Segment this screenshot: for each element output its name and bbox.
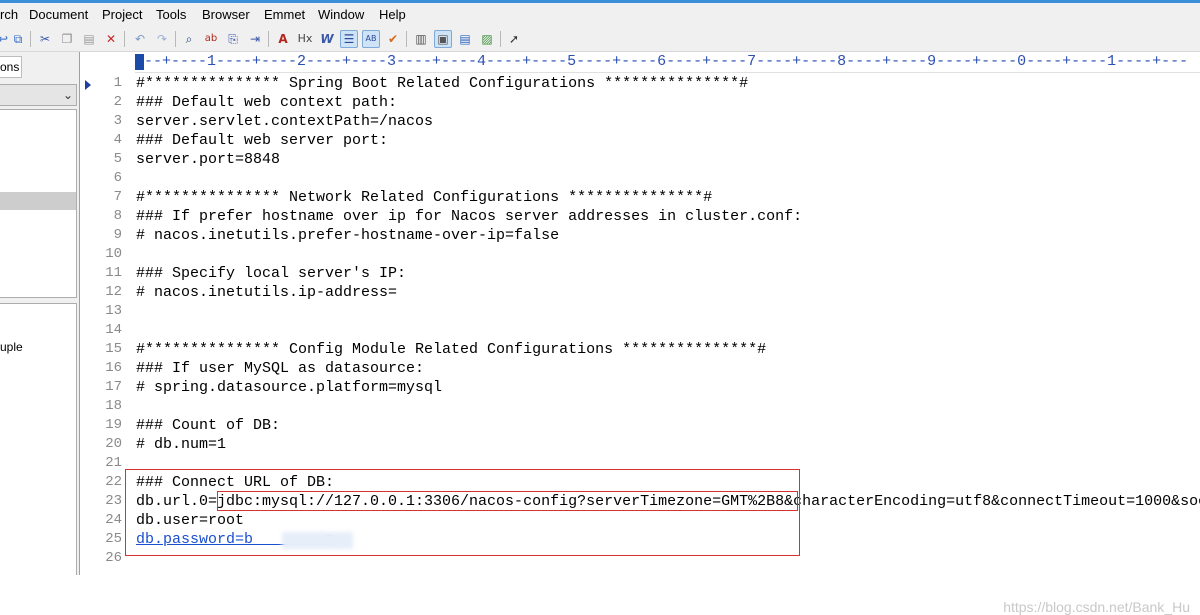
pointer-help-icon[interactable]: ➚ <box>505 30 523 48</box>
menu-browser[interactable]: Browser <box>202 7 250 22</box>
line-number: 6 <box>113 170 122 186</box>
line-number: 1 <box>113 75 122 91</box>
code-line[interactable]: ### If prefer hostname over ip for Nacos… <box>136 207 802 226</box>
code-line[interactable]: ### Default web server port: <box>136 131 388 150</box>
menu-emmet[interactable]: Emmet <box>264 7 305 22</box>
line-number: 20 <box>105 436 122 452</box>
list-item[interactable]: uple <box>0 340 23 354</box>
menu-project[interactable]: Project <box>102 7 142 22</box>
code-line[interactable]: ### If user MySQL as datasource: <box>136 359 424 378</box>
url-highlight-box <box>217 491 798 511</box>
code-line[interactable]: # spring.datasource.platform=mysql <box>136 378 442 397</box>
code-line[interactable]: ### Specify local server's IP: <box>136 264 406 283</box>
code-line[interactable]: # db.num=1 <box>136 435 226 454</box>
delete-icon[interactable]: ✕ <box>102 30 120 48</box>
panel-left-icon[interactable]: ▥ <box>412 30 430 48</box>
line-number: 23 <box>105 493 122 509</box>
side-panel-tab[interactable]: ons <box>0 56 22 78</box>
menu-window[interactable]: Window <box>318 7 364 22</box>
chevron-down-icon: ⌄ <box>62 88 73 102</box>
line-number: 5 <box>113 151 122 167</box>
line-number: 3 <box>113 113 122 129</box>
jump-icon[interactable]: ⇥ <box>246 30 264 48</box>
toolbar-separator <box>268 31 269 47</box>
line-number: 8 <box>113 208 122 224</box>
code-line[interactable]: #*************** Spring Boot Related Con… <box>136 74 748 93</box>
highlight-box <box>125 469 800 556</box>
project-list[interactable]: uple <box>0 303 77 575</box>
line-number: 14 <box>105 322 122 338</box>
code-line[interactable]: # nacos.inetutils.prefer-hostname-over-i… <box>136 226 559 245</box>
side-panel-dropdown[interactable]: ⌄ <box>0 84 77 106</box>
line-number: 9 <box>113 227 122 243</box>
paste-icon[interactable]: ▤ <box>80 30 98 48</box>
find-in-files-icon[interactable]: ⎘ <box>224 30 242 48</box>
line-number: 25 <box>105 531 122 547</box>
code-line[interactable]: #*************** Config Module Related C… <box>136 340 766 359</box>
panel-toggle-icon[interactable]: ▣ <box>434 30 452 48</box>
code-line[interactable]: ### Default web context path: <box>136 93 397 112</box>
menu-tools[interactable]: Tools <box>156 7 186 22</box>
panel-list-icon[interactable]: ▤ <box>456 30 474 48</box>
line-number: 13 <box>105 303 122 319</box>
code-line[interactable]: ### Count of DB: <box>136 416 280 435</box>
line-number: 15 <box>105 341 122 357</box>
code-editor[interactable]: ---+----1----+----2----+----3----+----4-… <box>82 52 1200 615</box>
line-number: 21 <box>105 455 122 471</box>
find-icon[interactable]: ⌕ <box>180 30 198 48</box>
heading-icon[interactable]: Hx <box>296 30 314 48</box>
panel-image-icon[interactable]: ▨ <box>478 30 496 48</box>
toolbar-separator <box>124 31 125 47</box>
menu-search[interactable]: rch <box>0 7 18 22</box>
toolbar-separator <box>406 31 407 47</box>
line-number: 18 <box>105 398 122 414</box>
toolbar-separator <box>30 31 31 47</box>
line-number: 19 <box>105 417 122 433</box>
selected-list-item[interactable] <box>0 192 76 210</box>
code-line[interactable]: #*************** Network Related Configu… <box>136 188 712 207</box>
menu-bar: rch Document Project Tools Browser Emmet… <box>0 0 1200 26</box>
check-icon[interactable]: ✔ <box>384 30 402 48</box>
line-number: 10 <box>105 246 122 262</box>
word-wrap-icon[interactable]: ☰ <box>340 30 358 48</box>
undo-icon[interactable]: ↶ <box>131 30 149 48</box>
file-list[interactable] <box>0 109 77 298</box>
line-number: 2 <box>113 94 122 110</box>
line-number: 11 <box>105 265 122 281</box>
code-line[interactable]: server.servlet.contextPath=/nacos <box>136 112 433 131</box>
view-icon[interactable]: ⧉ <box>9 30 27 48</box>
toolbar: ↩ ⧉ ✂ ❐ ▤ ✕ ↶ ↷ ⌕ ab ⎘ ⇥ A Hx W ☰ AB ✔ ▥… <box>0 26 1200 52</box>
column-ruler: ---+----1----+----2----+----3----+----4-… <box>135 52 1200 73</box>
line-number: 7 <box>113 189 122 205</box>
redacted-region <box>282 532 353 549</box>
text-cursor <box>135 54 144 70</box>
spell-abcd-icon[interactable]: AB <box>362 30 380 48</box>
replace-icon[interactable]: ab <box>202 30 220 48</box>
toolbar-separator <box>175 31 176 47</box>
line-number: 16 <box>105 360 122 376</box>
line-number: 22 <box>105 474 122 490</box>
line-number: 24 <box>105 512 122 528</box>
code-line[interactable]: # nacos.inetutils.ip-address= <box>136 283 397 302</box>
code-line[interactable]: server.port=8848 <box>136 150 280 169</box>
line-number: 4 <box>113 132 122 148</box>
copy-icon[interactable]: ❐ <box>58 30 76 48</box>
cut-icon[interactable]: ✂ <box>36 30 54 48</box>
redo-icon[interactable]: ↷ <box>153 30 171 48</box>
italic-w-icon[interactable]: W <box>318 30 336 48</box>
font-size-icon[interactable]: A <box>274 30 292 48</box>
line-number: 17 <box>105 379 122 395</box>
line-number: 26 <box>105 550 122 566</box>
toolbar-separator <box>500 31 501 47</box>
menu-help[interactable]: Help <box>379 7 406 22</box>
menu-document[interactable]: Document <box>29 7 88 22</box>
watermark: https://blog.csdn.net/Bank_Hu <box>1003 599 1190 615</box>
line-number: 12 <box>105 284 122 300</box>
